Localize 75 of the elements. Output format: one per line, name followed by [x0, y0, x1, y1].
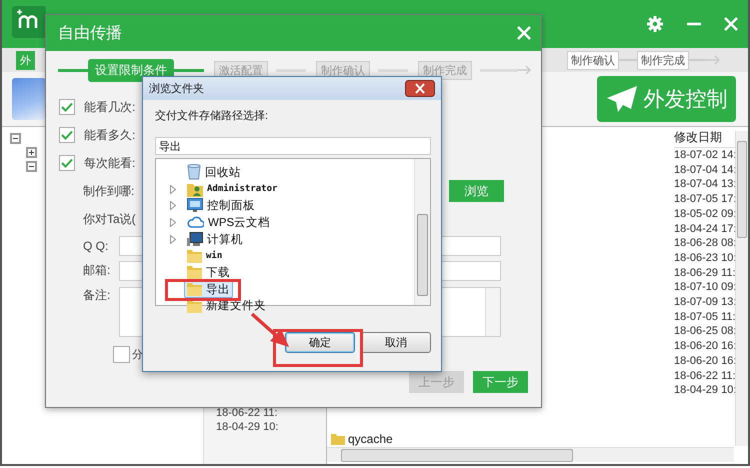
- option-label: 每次能看:: [84, 154, 136, 172]
- user-folder-icon: [187, 182, 203, 197]
- expand-arrow-icon[interactable]: [170, 184, 176, 194]
- checkbox[interactable]: [113, 346, 130, 362]
- date-cell: 18-06-28 08:: [674, 236, 736, 251]
- path-field[interactable]: 导出: [155, 137, 431, 155]
- prompt-text: 交付文件存储路径选择:: [155, 108, 270, 123]
- step-label: 外: [16, 50, 35, 70]
- tree-item[interactable]: 控制面板: [184, 196, 258, 215]
- field-label: 邮箱:: [83, 262, 111, 279]
- date-cell: 18-06-25 08:: [674, 324, 736, 340]
- tree-item[interactable]: 下载: [184, 263, 233, 282]
- step-label: 制作完成: [637, 50, 689, 70]
- folder-icon: [187, 248, 202, 263]
- date-cell: 18-06-22 11:: [674, 368, 736, 384]
- computer-icon: [187, 232, 203, 247]
- checkbox[interactable]: [59, 155, 75, 171]
- checkbox-label: 分: [132, 348, 143, 362]
- date-cell-text: 18-04-29 10:: [216, 420, 280, 434]
- date-cell: 18-05-02 09:: [674, 206, 736, 222]
- date-cell: 18-04-24 17:: [674, 222, 736, 236]
- collapse-icon[interactable]: [10, 133, 21, 144]
- date-cell: 18-06-20 16:: [674, 354, 736, 369]
- field-label: Q Q:: [83, 238, 110, 252]
- field-label: 备注:: [83, 287, 111, 304]
- annotation-arrow: [250, 312, 290, 348]
- expand-arrow-icon[interactable]: [170, 201, 176, 210]
- step-label: 制作确认: [567, 50, 619, 70]
- date-cell: 18-07-10 09:: [674, 280, 736, 296]
- date-cell: 18-07-09 13:: [674, 295, 736, 310]
- arrow-icon: [518, 65, 532, 75]
- option-label: 能看多久:: [84, 126, 136, 144]
- collapse-icon[interactable]: [26, 161, 37, 172]
- scrollbar[interactable]: [485, 288, 500, 336]
- folder-icon: [187, 265, 202, 280]
- recycle-bin-icon: [187, 164, 201, 180]
- date-cell: 18-07-05 17:: [674, 192, 736, 207]
- expand-arrow-icon[interactable]: [170, 218, 176, 227]
- expand-arrow-icon[interactable]: [170, 234, 176, 244]
- folder-icon: [187, 282, 202, 296]
- tree-item[interactable]: WPS云文档: [184, 213, 274, 232]
- paper-plane-icon: [606, 85, 638, 113]
- scrollbar[interactable]: [414, 159, 430, 305]
- tree-item[interactable]: 回收站: [184, 163, 244, 182]
- cancel-button[interactable]: 取消: [361, 332, 431, 353]
- date-cell: 18-06-20 16:: [674, 339, 736, 354]
- field-label: 制作到哪:: [83, 182, 134, 200]
- date-cell: 18-04-29 10:: [674, 383, 736, 398]
- cloud-icon: [187, 216, 204, 228]
- tree-item[interactable]: Administrator: [184, 180, 280, 198]
- logo-icon: [12, 6, 46, 38]
- date-cell-text: 18-06-22 11:: [216, 406, 279, 420]
- date-cell: 18-06-29 11:: [674, 266, 736, 280]
- scrollbar[interactable]: [735, 131, 748, 446]
- date-cell: 18-07-02 14:: [674, 148, 736, 163]
- tree-item[interactable]: 计算机: [184, 230, 246, 248]
- expand-icon[interactable]: [26, 147, 37, 158]
- dialog-title: 自由传播: [58, 24, 122, 44]
- date-cell: 18-07-05 11:: [674, 310, 736, 324]
- date-cell: 18-07-04 14:: [674, 162, 736, 178]
- date-cell: 18-07-04 13:: [674, 177, 736, 192]
- option-label: 能看几次:: [84, 98, 136, 116]
- file-item[interactable]: qycache: [331, 432, 393, 446]
- date-cell: 18-06-23 10:: [674, 250, 736, 266]
- checkbox[interactable]: [59, 99, 75, 115]
- dialog-title: 浏览文件夹: [149, 82, 204, 96]
- scrollbar[interactable]: [327, 447, 734, 462]
- close-icon[interactable]: [405, 80, 435, 97]
- monitor-icon: [187, 198, 203, 214]
- checkbox[interactable]: [59, 127, 75, 143]
- tree-item[interactable]: win: [184, 246, 226, 265]
- field-label: 你对Ta说(: [83, 210, 136, 228]
- ok-button[interactable]: 确定: [285, 332, 355, 353]
- settings-icon[interactable]: [646, 15, 664, 33]
- folder-icon: [331, 433, 345, 445]
